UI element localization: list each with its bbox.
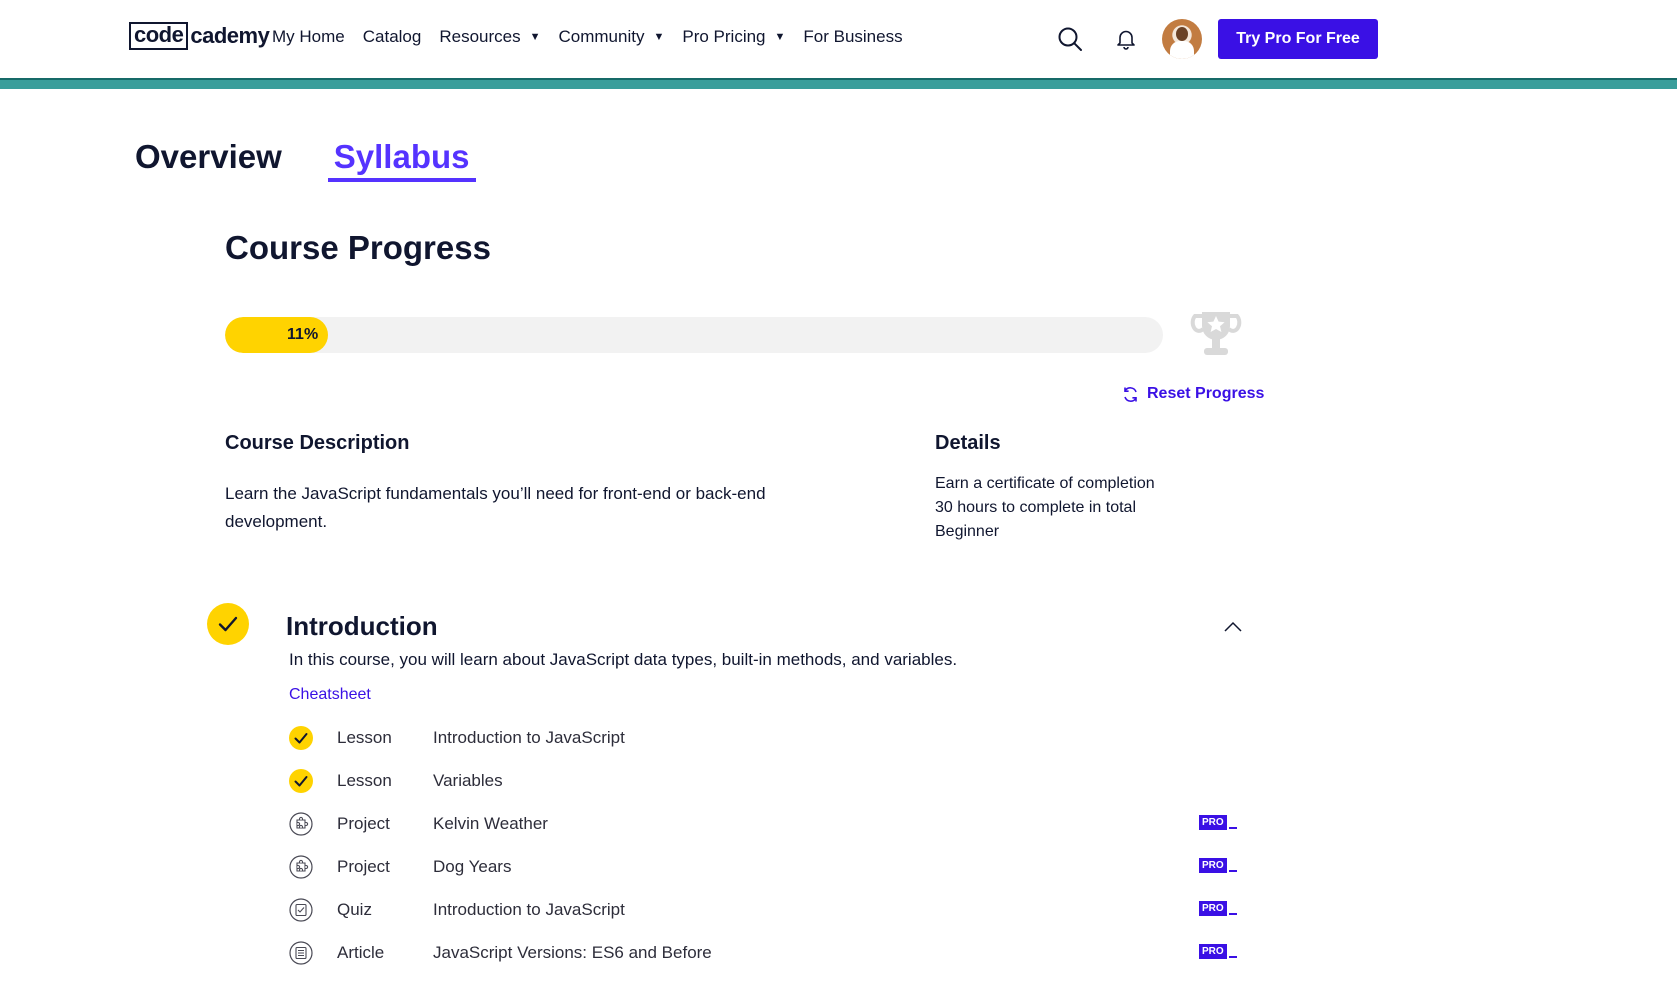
logo-code-box: code (129, 22, 189, 50)
pro-badge-underline (1228, 913, 1237, 915)
pro-badge-label: PRO (1199, 944, 1227, 959)
bell-icon[interactable] (1115, 28, 1137, 50)
puzzle-icon (289, 854, 313, 879)
pro-badge-label: PRO (1199, 858, 1227, 873)
module-title: Introduction (286, 611, 438, 641)
article-icon (289, 940, 313, 965)
item-type: Article (337, 942, 385, 962)
syllabus-item[interactable]: Quiz Introduction to JavaScript PRO (289, 888, 1239, 931)
tab-overview[interactable]: Overview (135, 138, 282, 182)
pro-badge-underline (1228, 870, 1237, 872)
nav-link-label: Pro Pricing (682, 27, 766, 46)
nav-link-community[interactable]: Community ▼ (559, 27, 665, 47)
nav-link-label: Resources (439, 27, 521, 46)
item-type: Project (337, 856, 390, 876)
check-icon (289, 768, 313, 793)
detail-item: Earn a certificate of completion (935, 475, 1155, 492)
search-icon[interactable] (1057, 26, 1083, 52)
module-complete-check-icon (207, 603, 249, 645)
nav-link-label: Catalog (362, 27, 422, 46)
item-name: JavaScript Versions: ES6 and Before (433, 942, 712, 962)
cheatsheet-link[interactable]: Cheatsheet (289, 686, 371, 704)
module-description: In this course, you will learn about Jav… (289, 650, 958, 669)
top-navbar: code cademy My Home Catalog Resources ▼ C… (0, 0, 1677, 78)
nav-stripe (0, 78, 1677, 89)
course-progress-heading: Course Progress (225, 229, 491, 266)
details-heading: Details (935, 432, 1001, 454)
item-name: Kelvin Weather (433, 813, 548, 833)
chevron-up-icon[interactable] (1222, 616, 1244, 638)
puzzle-icon (289, 811, 313, 836)
nav-link-pro-pricing[interactable]: Pro Pricing ▼ (682, 27, 785, 47)
pro-badge-label: PRO (1199, 815, 1227, 830)
item-type: Lesson (337, 727, 392, 747)
quiz-icon (289, 897, 313, 922)
nav-link-label: My Home (272, 27, 345, 46)
check-icon (289, 725, 313, 750)
nav-link-catalog[interactable]: Catalog (363, 27, 422, 47)
pro-badge: PRO (1199, 813, 1237, 830)
reset-progress-button[interactable]: Reset Progress (1122, 385, 1264, 403)
course-description-heading: Course Description (225, 432, 410, 454)
syllabus-item[interactable]: Lesson Introduction to JavaScript (289, 716, 1239, 759)
trophy-icon (1190, 312, 1242, 355)
detail-item: Beginner (935, 523, 1000, 540)
logo-cademy-text: cademy (190, 23, 270, 48)
user-avatar[interactable] (1162, 19, 1202, 59)
try-pro-button[interactable]: Try Pro For Free (1218, 19, 1378, 59)
module-items-list: Lesson Introduction to JavaScript Lesson Va… (289, 716, 1239, 974)
nav-links: My Home Catalog Resources ▼ Community ▼ Pr… (272, 27, 921, 47)
nav-link-resources[interactable]: Resources ▼ (439, 27, 540, 47)
pro-badge-label: PRO (1199, 901, 1227, 916)
syllabus-item[interactable]: Article JavaScript Versions: ES6 and Befo… (289, 931, 1239, 974)
avatar-body (1170, 41, 1194, 59)
course-description-text: Learn the JavaScript fundamentals you’ll… (225, 484, 766, 531)
pro-badge: PRO (1199, 942, 1237, 959)
progress-bar-fill: 11% (225, 317, 329, 353)
refresh-icon (1124, 386, 1137, 402)
progress-percent-label: 11% (287, 326, 319, 343)
nav-link-label: Community (558, 27, 645, 46)
syllabus-item[interactable]: Project Kelvin Weather PRO (289, 802, 1239, 845)
pro-badge-underline (1228, 956, 1237, 958)
detail-item: 30 hours to complete in total (935, 499, 1137, 516)
pro-badge-underline (1228, 827, 1237, 829)
syllabus-item[interactable]: Project Dog Years PRO (289, 845, 1239, 888)
codecademy-logo[interactable]: code cademy (129, 22, 270, 50)
syllabus-item[interactable]: Lesson Variables (289, 759, 1239, 802)
nav-link-label: For Business (803, 27, 903, 46)
reset-progress-label: Reset Progress (1147, 385, 1265, 402)
item-name: Variables (433, 770, 503, 790)
caret-down-icon: ▼ (529, 31, 541, 43)
item-name: Introduction to JavaScript (433, 727, 625, 747)
pro-badge: PRO (1199, 856, 1237, 873)
pro-badge: PRO (1199, 899, 1237, 916)
page-tabs: Overview Syllabus (135, 138, 528, 182)
item-name: Introduction to JavaScript (433, 899, 625, 919)
item-type: Quiz (337, 899, 372, 919)
caret-down-icon: ▼ (774, 31, 786, 43)
caret-down-icon: ▼ (653, 31, 665, 43)
nav-link-for-business[interactable]: For Business (803, 27, 902, 47)
item-type: Lesson (337, 770, 392, 790)
item-type: Project (337, 813, 390, 833)
item-name: Dog Years (433, 856, 512, 876)
avatar-face (1176, 27, 1188, 41)
progress-bar: 11% (225, 317, 1163, 353)
details-list: Earn a certificate of completion 30 hour… (935, 472, 1155, 544)
nav-link-my-home[interactable]: My Home (272, 27, 345, 47)
tab-syllabus[interactable]: Syllabus (327, 138, 476, 182)
